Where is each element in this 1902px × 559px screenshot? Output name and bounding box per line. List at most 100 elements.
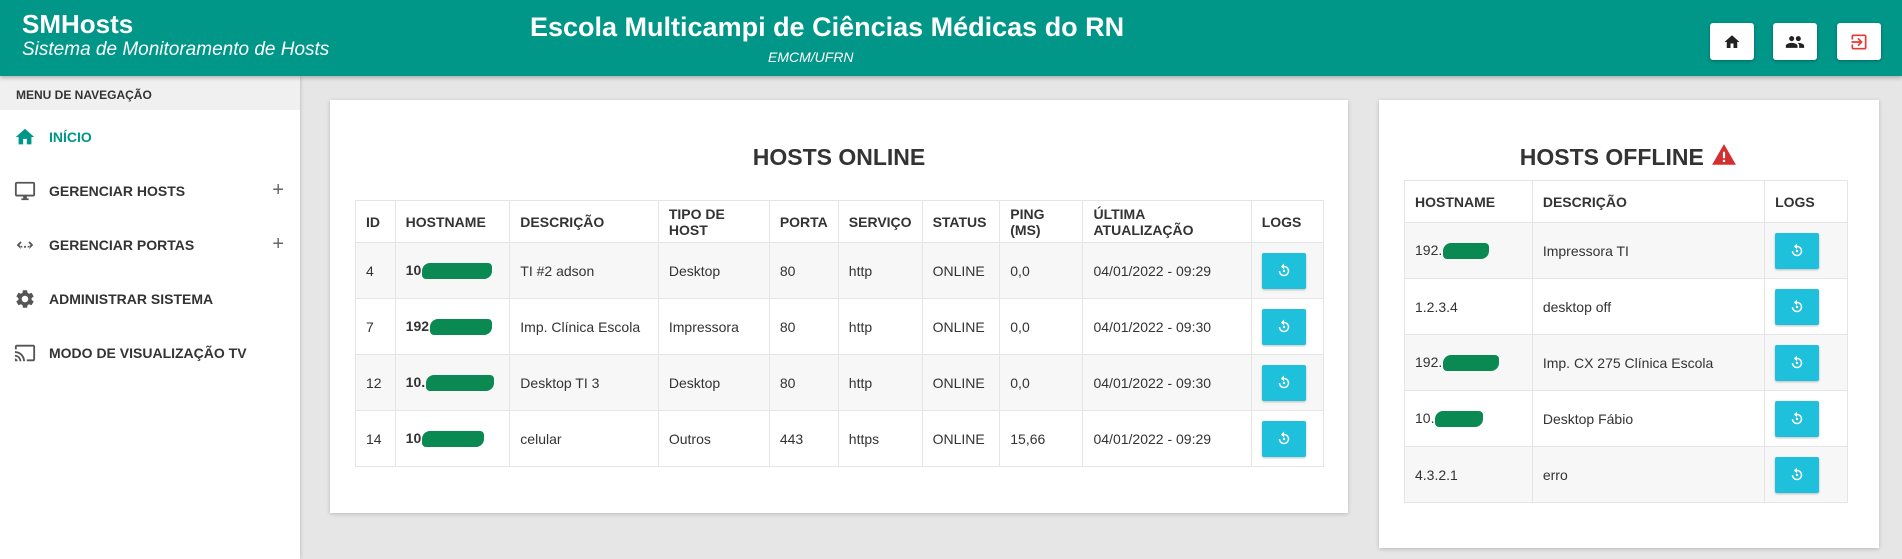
cell-servico: http	[837, 298, 923, 355]
cell-logs	[1250, 242, 1325, 299]
column-header: HOSTNAME	[394, 200, 511, 243]
cell-descricao: Imp. Clínica Escola	[509, 298, 659, 355]
cell-porta: 80	[768, 354, 839, 411]
logs-button[interactable]	[1775, 456, 1820, 493]
cell-ping: 0,0	[999, 354, 1084, 411]
cell-tipo: Desktop	[657, 354, 770, 411]
logout-button[interactable]	[1837, 23, 1881, 60]
sidebar-item-label: GERENCIAR HOSTS	[49, 183, 186, 199]
cell-porta: 443	[768, 410, 839, 467]
refresh-icon	[1278, 263, 1289, 276]
hosts-online-title: HOSTS ONLINE	[752, 144, 926, 170]
logs-button[interactable]	[1775, 288, 1820, 325]
hosts-offline-title-text: HOSTS OFFLINE	[1519, 144, 1704, 170]
column-header: SERVIÇO	[837, 200, 923, 243]
cell-id: 14	[355, 410, 396, 467]
refresh-icon	[1791, 467, 1803, 480]
cell-status: ONLINE	[921, 354, 1001, 411]
top-header: SMHosts Sistema de Monitoramento de Host…	[0, 0, 1902, 76]
cell-servico: https	[837, 410, 923, 467]
cell-hostname: 10.	[1404, 390, 1533, 447]
sidebar-item-label: ADMINISTRAR SISTEMA	[49, 291, 214, 307]
redaction-mark	[422, 431, 485, 448]
table-row: 1.2.3.4 desktop off	[1404, 278, 1848, 335]
cell-hostname: 10	[394, 242, 511, 299]
logs-button[interactable]	[1775, 344, 1820, 381]
cell-status: ONLINE	[921, 242, 1001, 299]
cell-hostname: 4.3.2.1	[1404, 446, 1533, 503]
cell-descricao: Imp. CX 275 Clínica Escola	[1531, 334, 1766, 391]
expand-icon[interactable]: +	[272, 233, 284, 256]
logs-button[interactable]	[1261, 364, 1306, 401]
refresh-icon	[1791, 411, 1803, 424]
column-header: LOGS	[1764, 180, 1848, 223]
cell-id: 7	[355, 298, 396, 355]
column-header: PORTA	[768, 200, 839, 243]
cell-descricao: Desktop Fábio	[1531, 390, 1766, 447]
logs-button[interactable]	[1775, 400, 1820, 437]
redaction-mark	[1443, 243, 1490, 260]
logs-button[interactable]	[1775, 232, 1820, 269]
logs-button[interactable]	[1261, 420, 1306, 457]
cell-atualizacao: 04/01/2022 - 09:30	[1082, 298, 1252, 355]
cell-porta: 80	[768, 242, 839, 299]
redaction-mark	[426, 375, 495, 392]
table-row: 14 10 celular Outros 443 https ONLINE 15…	[355, 410, 1325, 467]
table-row: 4 10 TI #2 adson Desktop 80 http ONLINE …	[355, 242, 1325, 299]
gear-icon	[13, 287, 37, 311]
monitor-icon	[13, 179, 37, 203]
sidebar-item-inicio[interactable]: INÍCIO	[0, 110, 300, 164]
institution-title: Escola Multicampi de Ciências Médicas do…	[530, 12, 1125, 42]
hosts-online-card: HOSTS ONLINE ID HOSTNAME DESCRIÇÃO TIPO …	[330, 100, 1348, 513]
refresh-icon	[1278, 431, 1289, 444]
logs-button[interactable]	[1261, 252, 1306, 289]
sidebar-item-label: INÍCIO	[49, 129, 92, 145]
cell-tipo: Impressora	[657, 298, 770, 355]
redaction-mark	[1443, 355, 1500, 372]
cell-logs	[1764, 278, 1848, 335]
home-button[interactable]	[1710, 23, 1754, 60]
cell-id: 12	[355, 354, 396, 411]
column-header: ÚLTIMA ATUALIZAÇÃO	[1082, 200, 1252, 243]
table-row: 10. Desktop Fábio	[1404, 390, 1848, 447]
sidebar-item-gerenciar-portas[interactable]: GERENCIAR PORTAS +	[0, 218, 300, 272]
cell-servico: http	[837, 242, 923, 299]
brand: SMHosts Sistema de Monitoramento de Host…	[22, 10, 329, 62]
cell-ping: 0,0	[999, 298, 1084, 355]
expand-icon[interactable]: +	[272, 179, 284, 202]
users-icon	[1785, 35, 1805, 48]
hosts-offline-title: HOSTS OFFLINE	[1379, 142, 1879, 171]
cell-hostname: 192	[394, 298, 511, 355]
logs-button[interactable]	[1261, 308, 1306, 345]
brand-title: SMHosts	[22, 9, 134, 39]
sidebar: MENU DE NAVEGAÇÃO INÍCIO GERENCIAR HOSTS…	[0, 76, 300, 559]
users-button[interactable]	[1773, 23, 1817, 60]
cell-descricao: TI #2 adson	[509, 242, 659, 299]
cell-status: ONLINE	[921, 298, 1001, 355]
cell-logs	[1250, 354, 1325, 411]
sidebar-item-administrar-sistema[interactable]: ADMINISTRAR SISTEMA	[0, 272, 300, 326]
cell-atualizacao: 04/01/2022 - 09:30	[1082, 354, 1252, 411]
column-header: STATUS	[921, 200, 1001, 243]
hosts-offline-table: HOSTNAME DESCRIÇÃO LOGS 192. Impressora …	[1404, 180, 1848, 503]
cell-logs	[1764, 390, 1848, 447]
cell-id: 4	[355, 242, 396, 299]
table-row: 12 10. Desktop TI 3 Desktop 80 http ONLI…	[355, 354, 1325, 411]
ports-icon	[13, 233, 37, 257]
redaction-mark	[422, 263, 493, 280]
column-header: TIPO DE HOST	[657, 200, 770, 243]
table-row: 192. Imp. CX 275 Clínica Escola	[1404, 334, 1848, 391]
home-icon	[1724, 34, 1740, 48]
refresh-icon	[1791, 355, 1803, 368]
sidebar-item-modo-tv[interactable]: MODO DE VISUALIZAÇÃO TV	[0, 326, 300, 380]
cell-servico: http	[837, 354, 923, 411]
column-header: DESCRIÇÃO	[1531, 180, 1766, 223]
cell-ping: 15,66	[999, 410, 1084, 467]
cell-hostname: 1.2.3.4	[1404, 278, 1533, 335]
sidebar-item-gerenciar-hosts[interactable]: GERENCIAR HOSTS +	[0, 164, 300, 218]
cell-hostname: 10.	[394, 354, 511, 411]
cell-logs	[1764, 334, 1848, 391]
refresh-icon	[1278, 375, 1289, 388]
cell-descricao: celular	[509, 410, 659, 467]
table-row: 4.3.2.1 erro	[1404, 446, 1848, 503]
